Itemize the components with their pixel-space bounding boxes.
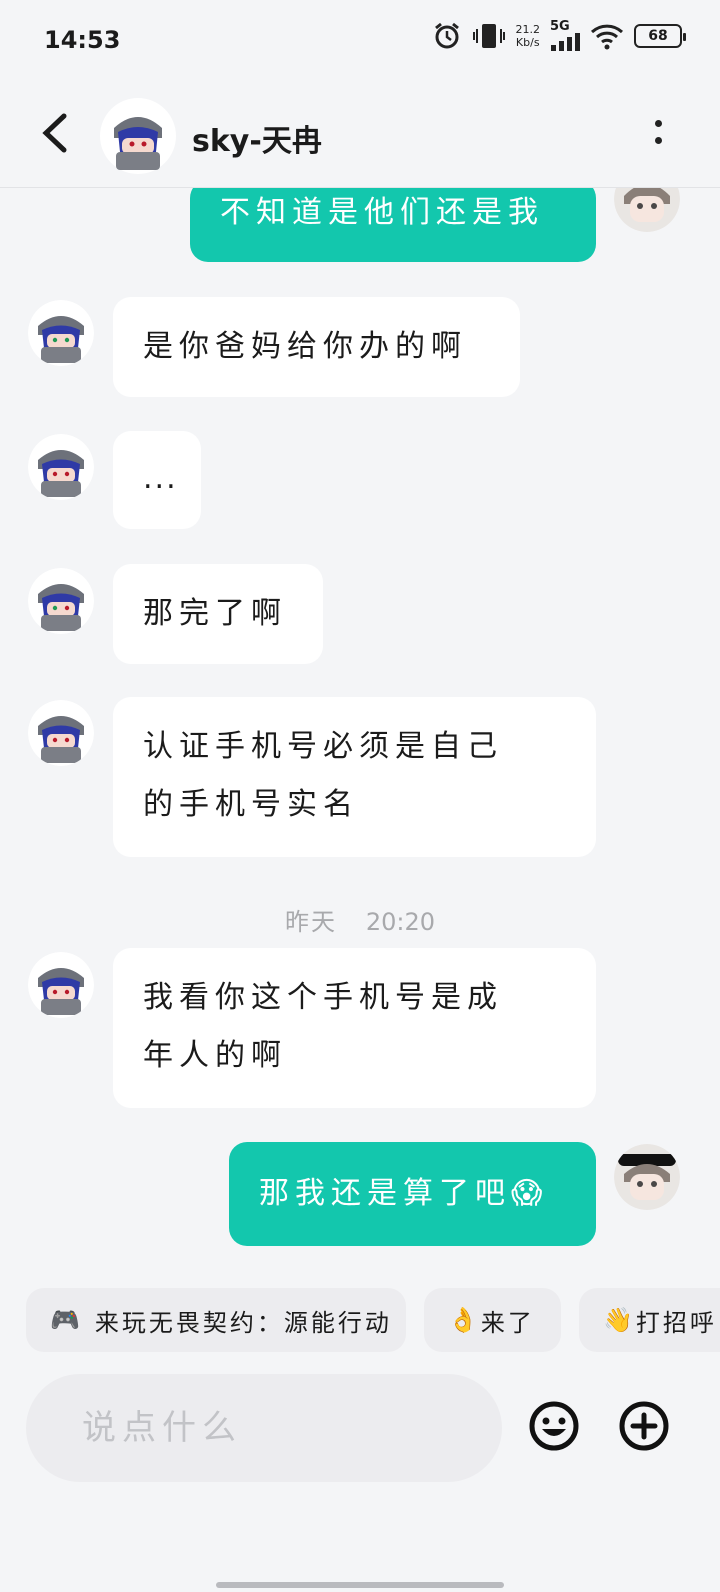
composer [0, 1360, 720, 1482]
vibrate-icon [472, 23, 505, 48]
net-speed: 21.2 Kb/s [515, 22, 541, 49]
contact-message-avatar[interactable] [28, 952, 94, 1018]
home-indicator[interactable] [216, 1582, 504, 1588]
my-avatar[interactable] [614, 188, 680, 232]
my-avatar[interactable] [614, 1144, 680, 1210]
wifi-icon [590, 24, 624, 49]
back-arrow-icon[interactable] [38, 108, 82, 158]
outgoing-message[interactable]: 那我还是算了吧😱 [229, 1142, 596, 1246]
contact-message-avatar[interactable] [28, 300, 94, 366]
chat-header: sky-天冉 [0, 80, 720, 188]
message-input[interactable] [26, 1374, 502, 1482]
contact-message-avatar[interactable] [28, 568, 94, 634]
quick-reply-game[interactable]: 🎮 来玩无畏契约：源能行动 [26, 1288, 406, 1352]
ok-hand-icon: 👌 [448, 1306, 481, 1334]
quick-replies: 🎮 来玩无畏契约：源能行动 👌 来了 👋 打招呼 [0, 1262, 720, 1352]
wave-icon: 👋 [603, 1306, 636, 1334]
incoming-message[interactable]: ... [113, 431, 201, 529]
message-list[interactable]: 不知道是他们还是我 是你爸妈给你办的啊 ... 那完了啊 认证手机号必须是自己 … [0, 188, 720, 1260]
incoming-message[interactable]: 我看你这个手机号是成 年人的啊 [113, 948, 596, 1108]
battery-indicator: 68 [634, 23, 686, 48]
add-circle-icon[interactable] [614, 1396, 674, 1456]
status-bar: 14:53 21.2 Kb/s 5G 68 [0, 0, 720, 80]
contact-avatar[interactable] [100, 98, 176, 174]
contact-message-avatar[interactable] [28, 700, 94, 766]
more-vertical-icon[interactable] [648, 110, 668, 154]
signal-icon: 5G [550, 20, 580, 51]
contact-name[interactable]: sky-天冉 [192, 116, 322, 160]
incoming-message[interactable]: 是你爸妈给你办的啊 [113, 297, 520, 397]
alarm-icon [434, 22, 459, 48]
gamepad-icon: 🎮 [50, 1306, 83, 1334]
status-icons: 21.2 Kb/s 5G 68 [432, 20, 686, 51]
emoji-icon[interactable] [524, 1396, 584, 1456]
quick-reply-coming[interactable]: 👌 来了 [424, 1288, 561, 1352]
incoming-message[interactable]: 那完了啊 [113, 564, 323, 664]
status-time: 14:53 [44, 26, 121, 54]
contact-message-avatar[interactable] [28, 434, 94, 500]
message-timestamp: 昨天 20:20 [284, 908, 436, 936]
outgoing-message[interactable]: 不知道是他们还是我 [190, 188, 596, 262]
incoming-message[interactable]: 认证手机号必须是自己 的手机号实名 [113, 697, 596, 857]
quick-reply-greet[interactable]: 👋 打招呼 [579, 1288, 720, 1352]
